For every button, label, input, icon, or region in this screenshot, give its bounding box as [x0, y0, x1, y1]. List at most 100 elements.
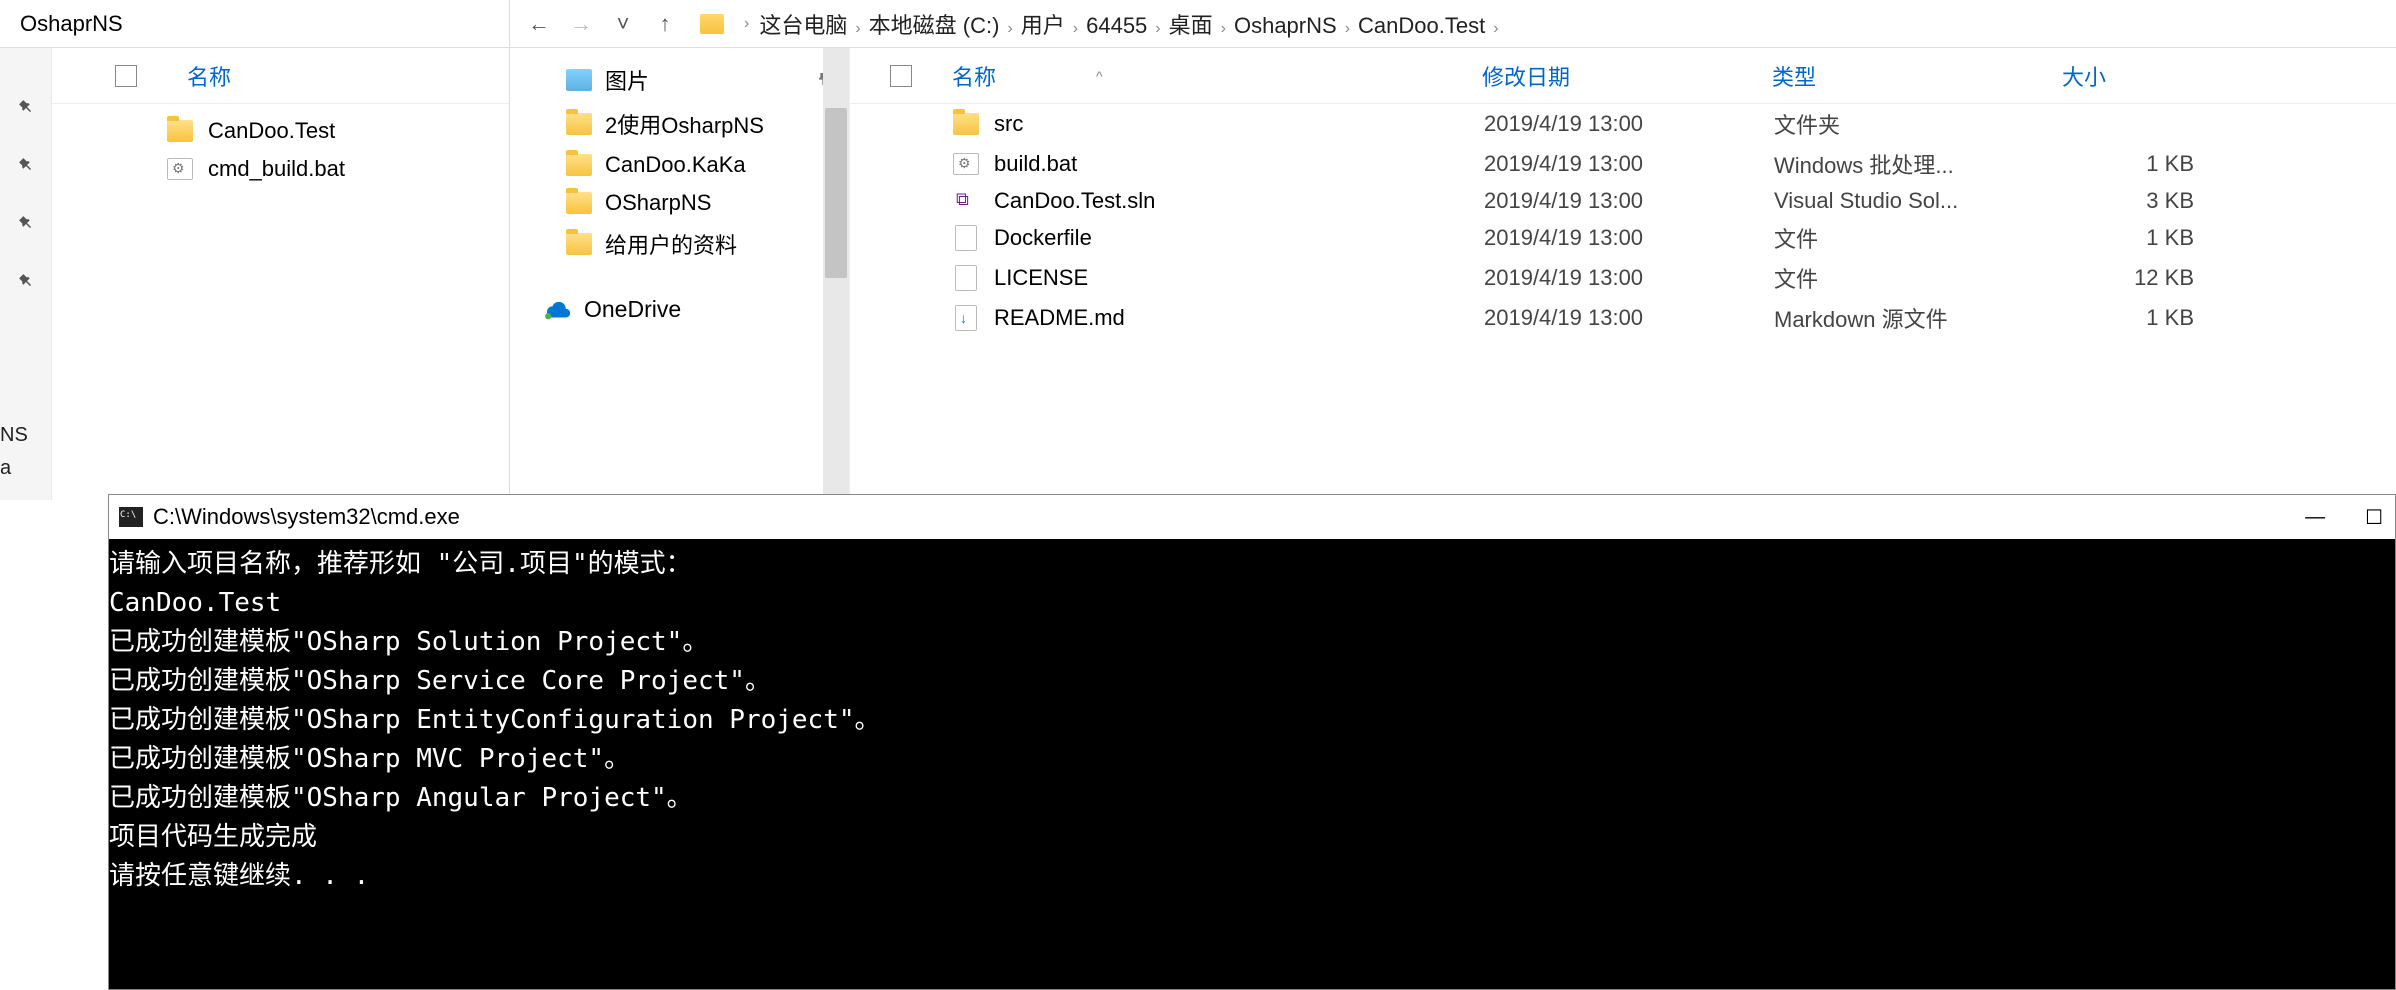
list-item[interactable]: CanDoo.Test — [0, 112, 509, 150]
chevron-right-icon: › — [1493, 20, 1498, 37]
pin-icon — [13, 152, 38, 177]
col-size[interactable]: 大小 — [2062, 60, 2222, 92]
col-type[interactable]: 类型 — [1772, 60, 2062, 92]
file-icon — [952, 225, 980, 251]
chevron-right-icon: › — [744, 15, 749, 33]
onedrive-label: OneDrive — [584, 296, 681, 323]
breadcrumb-segment[interactable]: 桌面 — [1169, 13, 1213, 38]
file-date: 2019/4/19 13:00 — [1484, 188, 1774, 214]
sidebar-scrollbar[interactable] — [823, 48, 849, 500]
onedrive-item[interactable]: OneDrive — [510, 290, 849, 329]
cmd-titlebar[interactable]: C:\Windows\system32\cmd.exe — ☐ — [109, 495, 2395, 539]
nav-bar: ← → ˅ ↑ › 这台电脑 › 本地磁盘 (C:) › 用户 › 64455 › 桌面 › Osh… — [510, 0, 2396, 48]
file-size: 12 KB — [2064, 265, 2224, 291]
folder-icon — [166, 118, 194, 144]
folder-icon — [565, 191, 593, 215]
breadcrumb-segment[interactable]: OshaprNS — [1234, 13, 1337, 38]
file-name: Dockerfile — [994, 225, 1484, 251]
quick-item-label: 图片 — [605, 64, 649, 96]
folder-icon — [952, 111, 980, 137]
file-icon — [952, 265, 980, 291]
left-strip-label: a — [0, 457, 28, 480]
file-size: 1 KB — [2064, 151, 2224, 177]
chevron-right-icon: › — [1007, 20, 1012, 37]
left-tab[interactable]: OshaprNS — [0, 0, 509, 48]
bat-icon — [952, 151, 980, 177]
file-type: Markdown 源文件 — [1774, 302, 2064, 334]
list-item[interactable]: cmd_build.bat — [0, 150, 509, 188]
breadcrumb-segment[interactable]: 本地磁盘 (C:) — [869, 13, 1000, 38]
cmd-window[interactable]: C:\Windows\system32\cmd.exe — ☐ 请输入项目名称，… — [108, 494, 2396, 990]
history-dropdown[interactable]: ˅ — [606, 7, 640, 41]
file-size: 1 KB — [2064, 225, 2224, 251]
table-row[interactable]: Dockerfile 2019/4/19 13:00 文件 1 KB — [850, 218, 2396, 258]
quick-access-item[interactable]: CanDoo.KaKa — [510, 146, 849, 184]
folder-icon — [700, 14, 724, 34]
sort-asc-icon: ^ — [1096, 68, 1103, 84]
quick-access-item[interactable]: 2使用OsharpNS — [510, 102, 849, 146]
table-row[interactable]: CanDoo.Test.sln 2019/4/19 13:00 Visual S… — [850, 184, 2396, 218]
breadcrumb-segment[interactable]: 64455 — [1086, 13, 1147, 38]
breadcrumb[interactable]: › 这台电脑 › 本地磁盘 (C:) › 用户 › 64455 › 桌面 › OshaprNS › Ca… — [700, 8, 1507, 40]
file-date: 2019/4/19 13:00 — [1484, 111, 1774, 137]
quick-item-label: 2使用OsharpNS — [605, 108, 764, 140]
cmd-title: C:\Windows\system32\cmd.exe — [153, 504, 460, 530]
item-label: cmd_build.bat — [208, 156, 345, 182]
select-all-checkbox[interactable] — [115, 65, 137, 87]
chevron-right-icon: › — [855, 20, 860, 37]
col-name[interactable]: 名称 ^ — [952, 60, 1482, 92]
cmd-output: 请输入项目名称，推荐形如 "公司.项目"的模式： CanDoo.Test 已成功… — [109, 539, 2395, 989]
breadcrumb-segment[interactable]: CanDoo.Test — [1358, 13, 1485, 38]
back-button[interactable]: ← — [522, 7, 556, 41]
forward-button[interactable]: → — [564, 7, 598, 41]
up-button[interactable]: ↑ — [648, 7, 682, 41]
sln-icon — [952, 188, 980, 214]
quick-access-item[interactable]: 给用户的资料 — [510, 222, 849, 266]
file-size: 1 KB — [2064, 305, 2224, 331]
right-explorer-pane: ← → ˅ ↑ › 这台电脑 › 本地磁盘 (C:) › 用户 › 64455 › 桌面 › Osh… — [510, 0, 2396, 500]
left-explorer-pane: OshaprNS NS a 名称 CanDoo.Test cmd_build.ba… — [0, 0, 510, 500]
pic-icon — [565, 68, 593, 92]
maximize-button[interactable]: ☐ — [2365, 505, 2383, 530]
folder-icon — [565, 232, 593, 256]
left-quick-strip: NS a — [0, 48, 52, 500]
table-row[interactable]: src 2019/4/19 13:00 文件夹 — [850, 104, 2396, 144]
pin-icon — [13, 94, 38, 119]
table-row[interactable]: README.md 2019/4/19 13:00 Markdown 源文件 1… — [850, 298, 2396, 338]
file-name: build.bat — [994, 151, 1484, 177]
quick-access-item[interactable]: 图片 — [510, 58, 849, 102]
quick-access-item[interactable]: OSharpNS — [510, 184, 849, 222]
file-type: 文件夹 — [1774, 108, 2064, 140]
chevron-right-icon: › — [1345, 20, 1350, 37]
quick-access-sidebar: 图片 2使用OsharpNS CanDoo.KaKaOSharpNS 给用户的资料 O… — [510, 48, 850, 500]
breadcrumb-segment[interactable]: 用户 — [1021, 13, 1065, 38]
file-type: 文件 — [1774, 222, 2064, 254]
file-name: CanDoo.Test.sln — [994, 188, 1484, 214]
left-column-header: 名称 — [0, 48, 509, 104]
breadcrumb-segment[interactable]: 这台电脑 — [759, 13, 847, 38]
table-row[interactable]: build.bat 2019/4/19 13:00 Windows 批处理...… — [850, 144, 2396, 184]
onedrive-icon — [542, 299, 572, 321]
left-col-name[interactable]: 名称 — [187, 60, 231, 92]
table-row[interactable]: LICENSE 2019/4/19 13:00 文件 12 KB — [850, 258, 2396, 298]
col-date[interactable]: 修改日期 — [1482, 60, 1772, 92]
quick-item-label: 给用户的资料 — [605, 228, 737, 260]
bat-icon — [166, 156, 194, 182]
folder-icon — [565, 153, 593, 177]
file-type: 文件 — [1774, 262, 2064, 294]
file-name: LICENSE — [994, 265, 1484, 291]
item-label: CanDoo.Test — [208, 118, 335, 144]
file-name: README.md — [994, 305, 1484, 331]
cmd-icon — [119, 507, 143, 527]
col-name-label: 名称 — [952, 60, 996, 92]
left-tab-title: OshaprNS — [20, 11, 123, 37]
left-strip-label: NS — [0, 424, 28, 447]
pin-icon — [13, 268, 38, 293]
chevron-right-icon: › — [1073, 20, 1078, 37]
minimize-button[interactable]: — — [2305, 506, 2325, 529]
file-type: Windows 批处理... — [1774, 148, 2064, 180]
chevron-right-icon: › — [1155, 20, 1160, 37]
select-all-checkbox[interactable] — [890, 65, 912, 87]
file-date: 2019/4/19 13:00 — [1484, 265, 1774, 291]
file-type: Visual Studio Sol... — [1774, 188, 2064, 214]
